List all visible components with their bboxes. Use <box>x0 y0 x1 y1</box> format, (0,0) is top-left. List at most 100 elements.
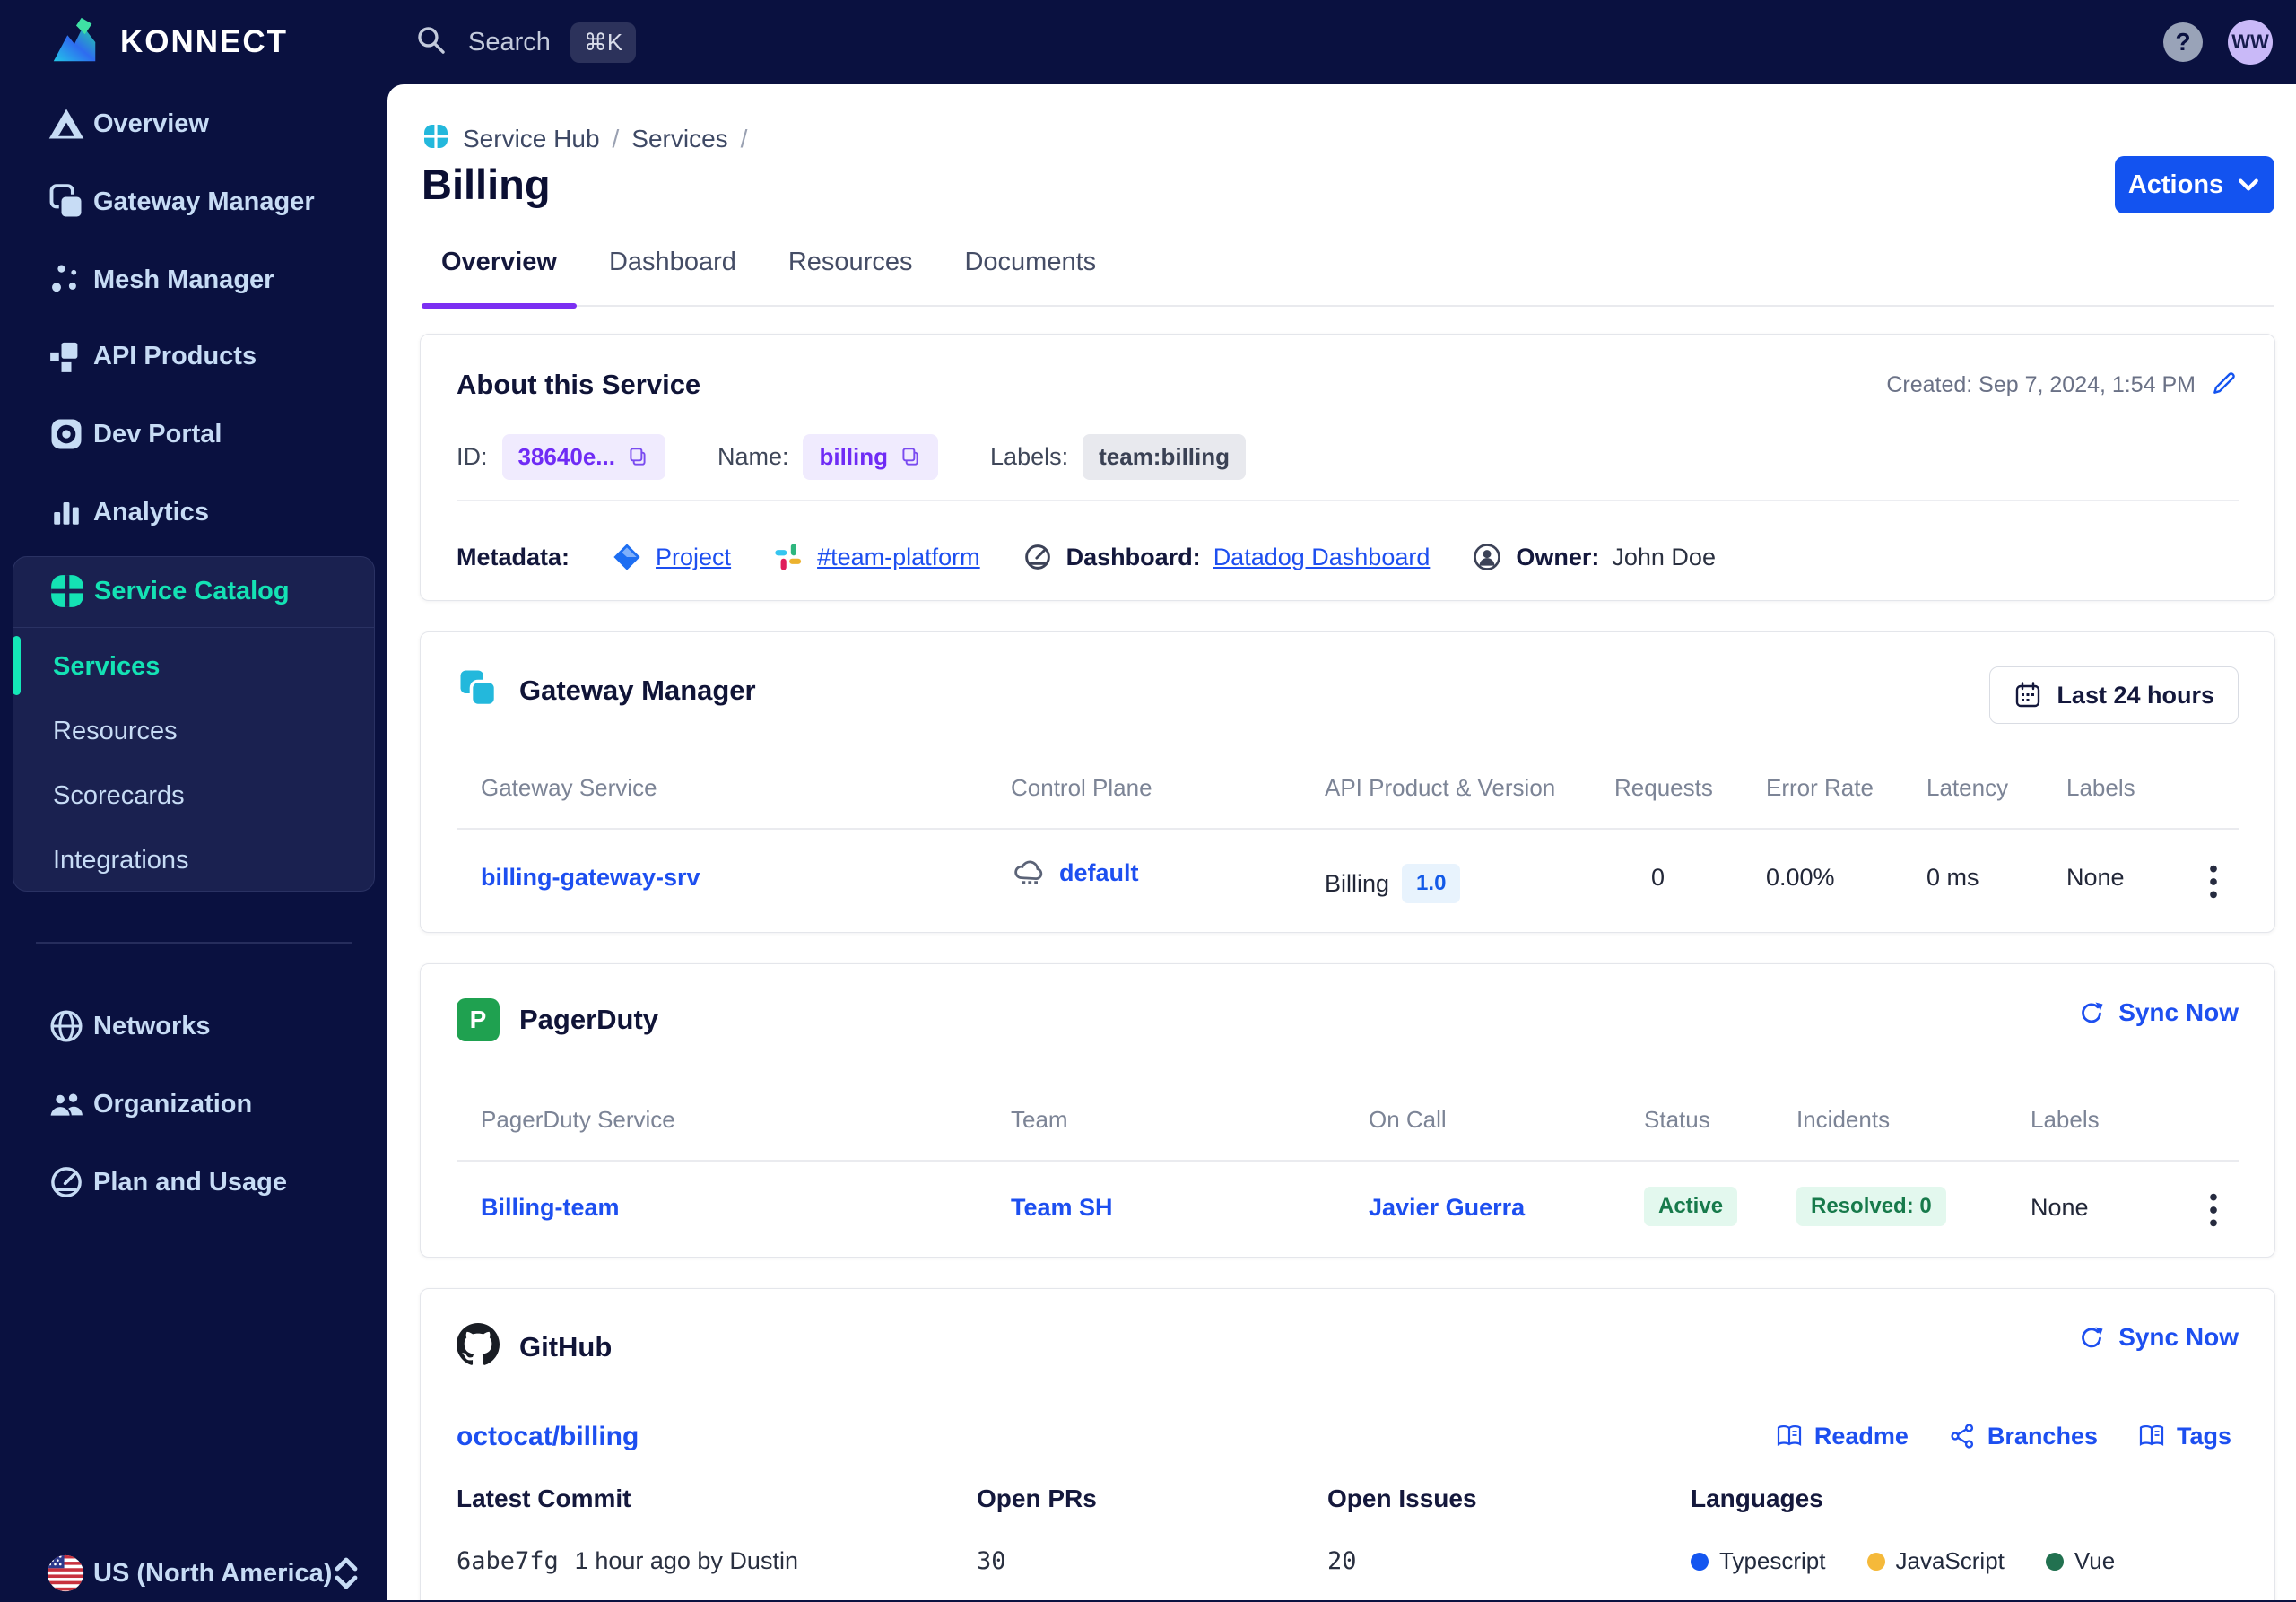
typescript-dot-icon <box>1691 1552 1709 1571</box>
slack-link-group[interactable]: #team-platform <box>772 541 980 573</box>
api-product-cell: Billing 1.0 <box>1325 864 1461 903</box>
organization-icon <box>47 1084 86 1124</box>
commit-meta: 1 hour ago by Dustin <box>574 1547 798 1574</box>
sidebar-item-scorecards[interactable]: Scorecards <box>13 769 374 823</box>
sidebar-item-integrations[interactable]: Integrations <box>13 833 374 887</box>
languages-header: Languages <box>1691 1484 1823 1512</box>
github-logo-icon <box>457 1323 500 1371</box>
datadog-dashboard-link[interactable]: Datadog Dashboard <box>1213 544 1431 571</box>
time-range-button[interactable]: Last 24 hours <box>1989 666 2239 724</box>
cloud-icon <box>1014 860 1043 884</box>
refresh-icon <box>2082 1002 2103 1023</box>
project-link[interactable]: Project <box>656 544 731 571</box>
github-repo-link[interactable]: octocat/billing <box>457 1422 639 1452</box>
slack-channel-link[interactable]: #team-platform <box>817 544 980 571</box>
sidebar-item-overview[interactable]: Overview <box>0 97 387 151</box>
sidebar-item-dev-portal[interactable]: Dev Portal <box>0 407 387 461</box>
github-card-title: GitHub <box>519 1330 613 1363</box>
breadcrumb-services[interactable]: Services <box>631 125 727 153</box>
edit-pencil-icon[interactable] <box>2210 369 2239 402</box>
copy-icon[interactable] <box>899 445 922 468</box>
user-avatar[interactable]: WW <box>2228 20 2273 65</box>
open-issues-header: Open Issues <box>1327 1484 1477 1512</box>
service-catalog-icon <box>48 571 87 611</box>
catalog-divider <box>13 627 374 628</box>
brand-logo[interactable]: KONNECT <box>47 0 288 84</box>
owner-group: Owner: John Doe <box>1471 541 1716 573</box>
breadcrumb-separator: / <box>740 124 748 152</box>
sidebar-item-mesh-manager[interactable]: Mesh Manager <box>0 253 387 307</box>
dashboard-label: Dashboard: <box>1065 543 1201 570</box>
tab-overview[interactable]: Overview <box>422 248 577 309</box>
jira-project-link-group[interactable]: Project <box>611 541 731 573</box>
service-fields: ID: 38640e... Name: billing Labels: team… <box>457 431 1247 482</box>
actions-button[interactable]: Actions <box>2115 156 2274 213</box>
dashboard-link-group: Dashboard: Datadog Dashboard <box>1022 541 1431 573</box>
global-search[interactable]: Search ⌘K <box>414 0 637 84</box>
github-sync-now-button[interactable]: Sync Now <box>2077 1323 2239 1352</box>
created-timestamp: Created: Sep 7, 2024, 1:54 PM <box>1886 372 2196 397</box>
sidebar-item-services[interactable]: Services <box>13 636 374 695</box>
overview-icon <box>47 104 86 144</box>
status-cell: Active <box>1644 1187 1738 1226</box>
sidebar-item-organization[interactable]: Organization <box>0 1077 387 1131</box>
dev-portal-icon <box>47 414 86 454</box>
breadcrumb: Service Hub / Services / <box>422 122 747 155</box>
tags-link[interactable]: Tags <box>2137 1422 2231 1450</box>
readme-link[interactable]: Readme <box>1775 1422 1909 1450</box>
topbar-actions: ? WW <box>2163 0 2273 84</box>
metadata-row: Metadata: Project #team-platform Dashboa… <box>457 528 1716 586</box>
gateway-card-title: Gateway Manager <box>519 674 756 706</box>
vue-dot-icon <box>2045 1552 2064 1571</box>
sidebar-item-service-catalog[interactable]: Service Catalog <box>13 564 374 618</box>
javascript-dot-icon <box>1866 1552 1885 1571</box>
requests-cell: 0 <box>1651 864 1665 891</box>
breadcrumb-service-hub[interactable]: Service Hub <box>463 125 600 153</box>
us-flag-icon <box>45 1553 86 1594</box>
help-button[interactable]: ? <box>2163 22 2203 62</box>
konnect-app: KONNECT Search ⌘K ? WW Overview Gateway … <box>0 0 2296 1600</box>
brand-wordmark: KONNECT <box>120 24 289 59</box>
sidebar-item-api-products[interactable]: API Products <box>0 329 387 383</box>
branches-link[interactable]: Branches <box>1948 1422 2098 1450</box>
tab-resources[interactable]: Resources <box>769 248 933 305</box>
tab-documents[interactable]: Documents <box>944 248 1116 305</box>
github-repo-actions: Readme Branches Tags <box>1775 1422 2231 1450</box>
owner-label: Owner: <box>1516 543 1600 570</box>
sidebar-item-analytics[interactable]: Analytics <box>0 485 387 539</box>
sidebar-item-plan-and-usage[interactable]: Plan and Usage <box>0 1155 387 1209</box>
incidents-badge: Resolved: 0 <box>1796 1187 1946 1226</box>
search-placeholder: Search <box>468 27 551 57</box>
on-call-link[interactable]: Javier Guerra <box>1369 1194 1525 1222</box>
team-link[interactable]: Team SH <box>1011 1194 1113 1222</box>
sidebar-item-resources[interactable]: Resources <box>13 704 374 758</box>
labels-cell: None <box>2031 1194 2089 1221</box>
main-content: Service Hub / Services / Billing Actions… <box>387 84 2296 1600</box>
sidebar-item-gateway-manager[interactable]: Gateway Manager <box>0 175 387 229</box>
pagerduty-service-link[interactable]: Billing-team <box>481 1194 620 1222</box>
region-selector[interactable]: US (North America) <box>0 1545 387 1602</box>
service-hub-icon <box>422 122 450 155</box>
github-card: GitHub Sync Now octocat/billing Readme B… <box>420 1288 2275 1600</box>
api-products-icon <box>47 336 86 376</box>
service-name-pill[interactable]: billing <box>803 433 939 480</box>
pagerduty-sync-now-button[interactable]: Sync Now <box>2077 998 2239 1027</box>
tab-dashboard[interactable]: Dashboard <box>589 248 756 305</box>
pagerduty-card-title: PagerDuty <box>519 1004 659 1035</box>
breadcrumb-separator: / <box>612 124 620 152</box>
copy-icon[interactable] <box>626 445 649 468</box>
page-title: Billing <box>422 161 551 208</box>
region-sort-chevrons-icon <box>334 1557 359 1589</box>
status-badge: Active <box>1644 1187 1738 1226</box>
control-plane-link[interactable]: default <box>1059 859 1139 887</box>
sidebar-item-networks[interactable]: Networks <box>0 999 387 1053</box>
gateway-service-link[interactable]: billing-gateway-srv <box>481 864 700 892</box>
service-id-pill[interactable]: 38640e... <box>501 433 665 480</box>
calendar-icon <box>2016 682 2040 708</box>
commit-sha: 6abe7fg <box>457 1547 559 1575</box>
row-kebab-menu[interactable] <box>2208 1190 2219 1230</box>
version-badge[interactable]: 1.0 <box>1402 864 1461 903</box>
pagerduty-card: P PagerDuty Sync Now PagerDuty Service T… <box>420 963 2275 1258</box>
owner-person-icon <box>1474 544 1501 570</box>
row-kebab-menu[interactable] <box>2208 862 2219 901</box>
